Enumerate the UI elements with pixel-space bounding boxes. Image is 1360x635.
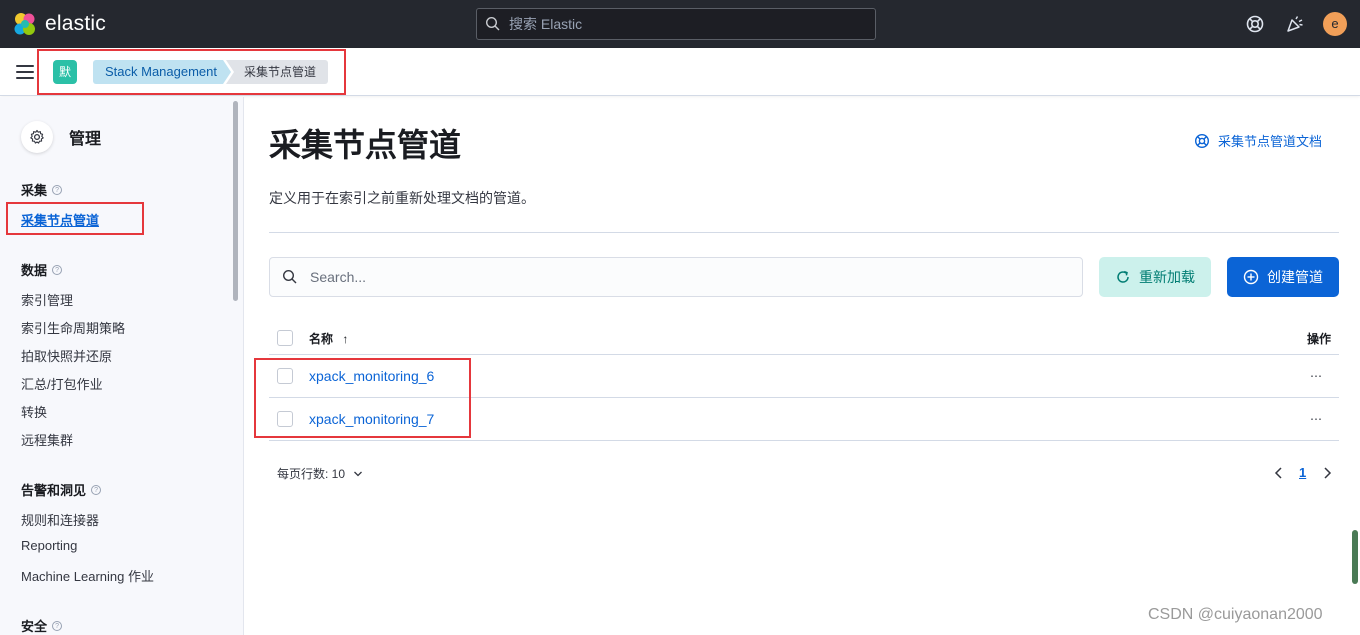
- user-avatar[interactable]: e: [1323, 12, 1347, 36]
- search-icon: [485, 16, 500, 31]
- create-pipeline-button[interactable]: 创建管道: [1227, 257, 1339, 297]
- pipeline-search-box[interactable]: [269, 257, 1083, 297]
- refresh-icon: [1117, 270, 1129, 283]
- search-icon: [282, 269, 297, 284]
- row-actions-menu-icon[interactable]: ⋯: [1310, 369, 1323, 383]
- help-tooltip-icon[interactable]: ?: [52, 184, 63, 195]
- chevron-right-icon[interactable]: [1321, 466, 1333, 480]
- help-tooltip-icon[interactable]: ?: [52, 264, 63, 275]
- sidebar-group-label: 安全: [21, 619, 48, 634]
- page-description: 定义用于在索引之前重新处理文档的管道。: [269, 190, 535, 206]
- rows-per-page-selector[interactable]: 每页行数: 10: [277, 465, 363, 482]
- page-scrollbar[interactable]: [1352, 530, 1358, 584]
- sidebar-item-ilm-policies[interactable]: 索引生命周期策略: [21, 318, 125, 337]
- global-search-input[interactable]: [509, 16, 849, 32]
- page-title: 采集节点管道: [269, 127, 462, 163]
- sort-ascending-icon: ↑: [342, 332, 349, 346]
- sidebar-item-reporting[interactable]: Reporting: [21, 538, 77, 553]
- select-all-checkbox[interactable]: [277, 330, 293, 346]
- table-row-divider: [269, 440, 1339, 441]
- help-icon[interactable]: [1245, 14, 1265, 34]
- plus-circle-icon: [1243, 269, 1259, 285]
- chevron-left-icon[interactable]: [1273, 466, 1285, 480]
- header-divider: [269, 232, 1339, 233]
- sidebar-scrollbar[interactable]: [233, 101, 238, 301]
- sidebar-group-label: 告警和洞见: [21, 483, 87, 498]
- highlight-box-sidebar-item: [6, 202, 144, 235]
- rows-per-page-label: 每页行数: 10: [277, 467, 346, 481]
- help-tooltip-icon[interactable]: ?: [91, 484, 102, 495]
- help-icon: [1194, 133, 1210, 148]
- column-header-name[interactable]: 名称 ↑: [309, 330, 348, 347]
- news-feed-icon[interactable]: [1285, 14, 1305, 34]
- sidebar-title: 管理: [69, 131, 102, 148]
- elastic-logo-icon: [14, 13, 35, 35]
- sidebar-group-data: 数据 ?: [21, 260, 63, 279]
- row-actions-menu-icon[interactable]: ⋯: [1310, 412, 1323, 426]
- pipeline-search-input[interactable]: [310, 269, 1030, 285]
- watermark: CSDN @cuiyaonan2000: [1148, 606, 1323, 623]
- highlight-box-pipelines: [254, 358, 471, 438]
- pagination-page-1[interactable]: 1: [1299, 465, 1306, 480]
- reload-button[interactable]: 重新加载: [1099, 257, 1211, 297]
- sidebar-item-snapshot-restore[interactable]: 拍取快照并还原: [21, 346, 112, 365]
- column-header-actions: 操作: [1307, 332, 1332, 346]
- docs-link[interactable]: 采集节点管道文档: [1194, 131, 1322, 150]
- sidebar-group-label: 采集: [21, 183, 48, 198]
- chevron-down-icon: [354, 471, 362, 476]
- sidebar-group-alerts-insights: 告警和洞见 ?: [21, 480, 102, 499]
- sidebar-group-label: 数据: [21, 263, 48, 278]
- sidebar-group-security: 安全 ?: [21, 616, 63, 635]
- sidebar-item-remote-clusters[interactable]: 远程集群: [21, 430, 73, 449]
- global-search-box[interactable]: [476, 8, 876, 40]
- reload-button-label: 重新加载: [1139, 269, 1195, 285]
- menu-toggle-icon[interactable]: [16, 65, 34, 79]
- management-sidebar: 管理 采集 ? 采集节点管道 数据 ? 索引管理 索引生命周期策略 拍取快照并还…: [0, 97, 244, 635]
- sidebar-item-rules-connectors[interactable]: 规则和连接器: [21, 510, 99, 529]
- sidebar-item-rollup-jobs[interactable]: 汇总/打包作业: [21, 374, 103, 393]
- elastic-logo[interactable]: elastic: [12, 11, 106, 37]
- sidebar-item-index-management[interactable]: 索引管理: [21, 290, 73, 309]
- top-header: elastic e: [0, 0, 1360, 48]
- docs-link-label: 采集节点管道文档: [1218, 134, 1323, 149]
- highlight-box-breadcrumb: [37, 49, 346, 95]
- create-button-label: 创建管道: [1267, 269, 1323, 285]
- gear-icon: [21, 121, 53, 153]
- sidebar-item-transforms[interactable]: 转换: [21, 402, 47, 421]
- sidebar-item-ml-jobs[interactable]: Machine Learning 作业: [21, 566, 154, 585]
- logo-text: elastic: [45, 12, 106, 35]
- help-tooltip-icon[interactable]: ?: [52, 620, 63, 631]
- table-header-divider: [269, 354, 1339, 355]
- sidebar-group-ingest: 采集 ?: [21, 180, 63, 199]
